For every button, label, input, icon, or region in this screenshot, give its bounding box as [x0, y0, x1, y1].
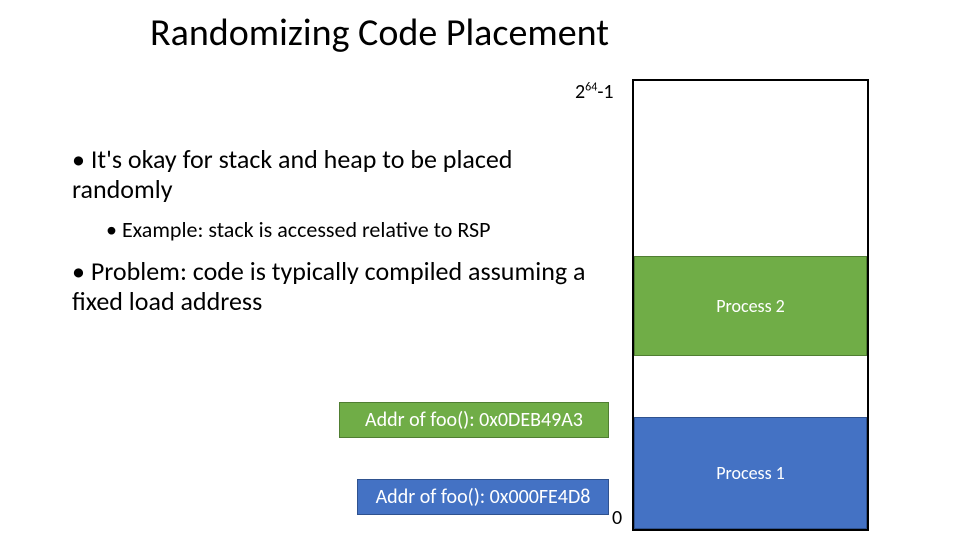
top-address-label: 264-1	[575, 80, 614, 104]
callout-process-2-addr: Addr of foo(): 0x0DEB49A3	[339, 402, 609, 438]
memory-column: Process 2 Process 1	[632, 79, 869, 531]
slide-title: Randomizing Code Placement	[150, 10, 609, 56]
top-addr-base: 2	[575, 80, 585, 104]
process-2-region: Process 2	[634, 256, 867, 356]
bullet-2: Problem: code is typically compiled assu…	[72, 257, 612, 317]
top-addr-suffix: -1	[597, 80, 613, 104]
slide: Randomizing Code Placement Virtual Memor…	[0, 0, 960, 540]
bullet-1-sub: Example: stack is accessed relative to R…	[106, 217, 612, 243]
top-addr-exp: 64	[585, 80, 597, 94]
bullet-1: It's okay for stack and heap to be place…	[72, 145, 612, 205]
bullet-list: It's okay for stack and heap to be place…	[72, 145, 612, 329]
zero-label: 0	[612, 506, 622, 530]
process-1-region: Process 1	[634, 417, 867, 529]
callout-process-1-addr: Addr of foo(): 0x000FE4D8	[357, 479, 609, 515]
